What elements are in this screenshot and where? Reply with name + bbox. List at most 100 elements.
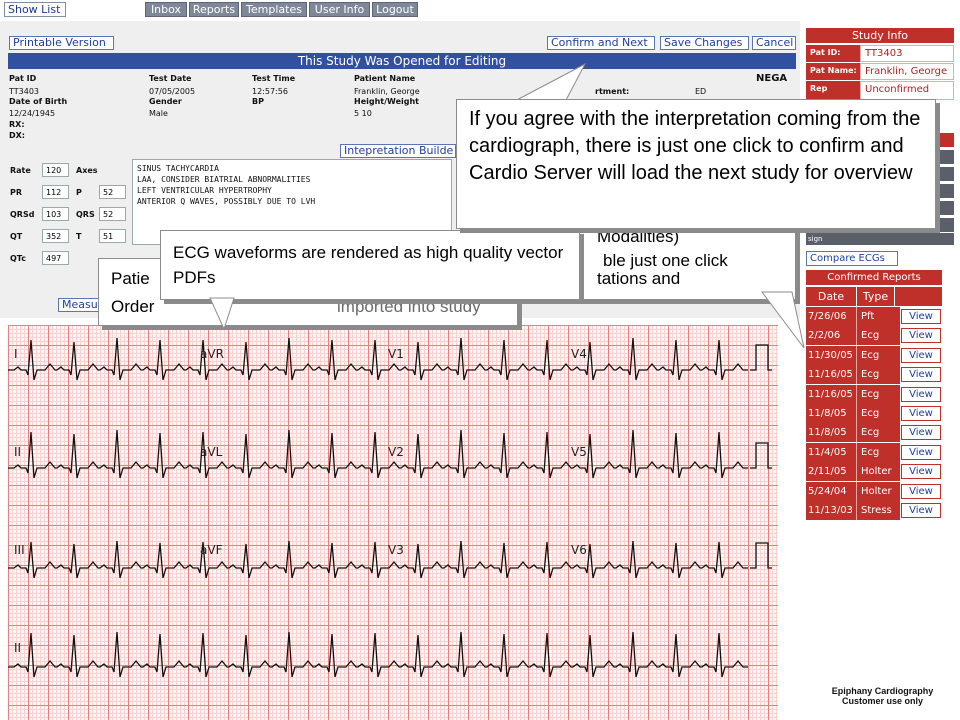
editing-banner: This Study Was Opened for Editing: [8, 53, 796, 69]
rate-label: Rate: [10, 166, 31, 175]
save-changes-button[interactable]: Save Changes: [660, 36, 749, 50]
report-date: 2/11/05: [806, 462, 856, 482]
qtc-label: QTc: [10, 254, 26, 263]
show-list-button[interactable]: Show List: [4, 2, 66, 17]
p-axis-label: P: [76, 188, 82, 197]
rx-label: RX:: [9, 120, 25, 129]
callout-text-fragment: tations and: [597, 269, 681, 288]
view-report-button[interactable]: View: [901, 444, 941, 460]
measurements-tab[interactable]: Measu: [58, 298, 102, 312]
qt-field[interactable]: 352: [42, 229, 69, 243]
report-date: 5/24/04: [806, 481, 856, 501]
p-axis-field[interactable]: 52: [99, 185, 126, 199]
t-axis-field[interactable]: 51: [99, 229, 126, 243]
interpretation-line: LAA, CONSIDER BIATRIAL ABNORMALITIES: [137, 175, 311, 184]
department-value: ED: [695, 87, 707, 96]
report-date: 11/30/05: [806, 345, 856, 365]
printable-version-button[interactable]: Printable Version: [9, 36, 114, 50]
pr-field[interactable]: 112: [42, 185, 69, 199]
patient-name-value: Franklin, George: [354, 87, 420, 96]
sidebar-block: [936, 150, 954, 164]
nav-user-info-button[interactable]: User Info: [309, 2, 370, 17]
callout-confirm-next: If you agree with the interpretation com…: [456, 99, 936, 229]
view-report-button[interactable]: View: [901, 503, 941, 518]
view-report-button[interactable]: View: [901, 386, 941, 402]
test-date-value: 07/05/2005: [149, 87, 196, 96]
nega-label: NEGA: [756, 73, 788, 84]
report-type: Ecg: [856, 404, 900, 423]
report-date: 11/4/05: [806, 442, 856, 462]
interpretation-builder-button[interactable]: Intepretation Builde: [340, 144, 456, 158]
lead-label: III: [14, 543, 25, 557]
calibration-pulse: [750, 542, 772, 569]
view-report-button[interactable]: View: [901, 464, 941, 480]
lead-label: aVL: [200, 445, 223, 459]
view-report-button[interactable]: View: [901, 483, 941, 499]
bp-label: BP: [252, 97, 264, 106]
confirmed-report-row: 11/16/05 Ecg View: [806, 384, 942, 404]
view-report-button[interactable]: View: [901, 367, 941, 383]
patient-name-label: Patient Name: [354, 74, 416, 83]
ecg-trace-row-1: [8, 337, 748, 381]
view-report-button[interactable]: View: [901, 347, 941, 363]
date-column-header[interactable]: Date: [806, 287, 856, 306]
gender-label: Gender: [149, 97, 182, 106]
callout-pointer: [512, 62, 587, 103]
sidebar-pat-id-value: TT3403: [860, 45, 954, 62]
callout-text-fragment: Modalities): [597, 227, 680, 246]
report-type: Stress: [856, 501, 900, 520]
confirmed-report-row: 7/26/06 Pft View: [806, 307, 942, 326]
callout-ecg-pdf: ECG waveforms are rendered as high quali…: [160, 230, 580, 300]
nav-reports-button[interactable]: Reports: [189, 2, 239, 17]
dob-label: Date of Birth: [9, 97, 68, 106]
view-report-button[interactable]: View: [901, 406, 941, 421]
qtc-field[interactable]: 497: [42, 251, 69, 265]
sidebar-sign-bar: [806, 233, 954, 245]
type-column-header[interactable]: Type: [857, 287, 894, 306]
qt-label: QT: [10, 232, 23, 241]
footer: Epiphany Cardiography Customer use only: [805, 686, 960, 706]
nav-templates-button[interactable]: Templates: [241, 2, 307, 17]
pat-id-label: Pat ID: [9, 74, 37, 83]
lead-label: I: [14, 347, 18, 361]
confirmed-reports-header: Confirmed Reports: [806, 270, 942, 285]
nav-logout-button[interactable]: Logout: [372, 2, 418, 17]
gender-value: Male: [149, 109, 168, 118]
report-date: 11/16/05: [806, 384, 856, 404]
footer-line: Epiphany Cardiography: [831, 686, 934, 696]
test-date-label: Test Date: [149, 74, 192, 83]
nav-inbox-button[interactable]: Inbox: [145, 2, 187, 17]
sidebar-sign-label: sign: [808, 235, 823, 243]
interpretation-line: SINUS TACHYCARDIA: [137, 164, 219, 173]
qrs-axis-field[interactable]: 52: [99, 207, 126, 221]
callout-pointer: [761, 291, 805, 349]
confirm-and-next-button[interactable]: Confirm and Next: [547, 36, 655, 50]
view-report-button[interactable]: View: [901, 309, 941, 324]
qrsd-field[interactable]: 103: [42, 207, 69, 221]
confirmed-report-row: 11/8/05 Ecg View: [806, 423, 942, 443]
compare-ecgs-button[interactable]: Compare ECGs: [806, 251, 898, 266]
report-type: Ecg: [856, 442, 900, 462]
test-time-value: 12:57:56: [252, 87, 288, 96]
pat-id-value: TT3403: [9, 87, 39, 96]
view-report-button[interactable]: View: [901, 425, 941, 441]
cancel-button[interactable]: Cancel: [752, 36, 796, 50]
height-weight-label: Height/Weight: [354, 97, 419, 106]
report-date: 2/2/06: [806, 326, 856, 346]
report-date: 11/8/05: [806, 404, 856, 423]
interpretation-line: LEFT VENTRICULAR HYPERTROPHY: [137, 186, 272, 195]
lead-label: V4: [571, 347, 587, 361]
view-report-button[interactable]: View: [901, 328, 941, 344]
qrsd-label: QRSd: [10, 210, 35, 219]
axes-label: Axes: [76, 166, 98, 175]
height-weight-value: 5 10: [354, 109, 372, 118]
lead-label: V2: [388, 445, 404, 459]
sidebar-rep-status-label: Rep Status:: [806, 81, 860, 100]
confirmed-report-row: 11/8/05 Ecg View: [806, 404, 942, 423]
report-date: 11/16/05: [806, 365, 856, 385]
confirmed-report-row: 11/4/05 Ecg View: [806, 442, 942, 462]
report-type: Holter: [856, 481, 900, 501]
callout-text-fragment: Order: [111, 297, 155, 316]
dx-label: DX:: [9, 131, 26, 140]
rate-field[interactable]: 120: [42, 163, 69, 177]
